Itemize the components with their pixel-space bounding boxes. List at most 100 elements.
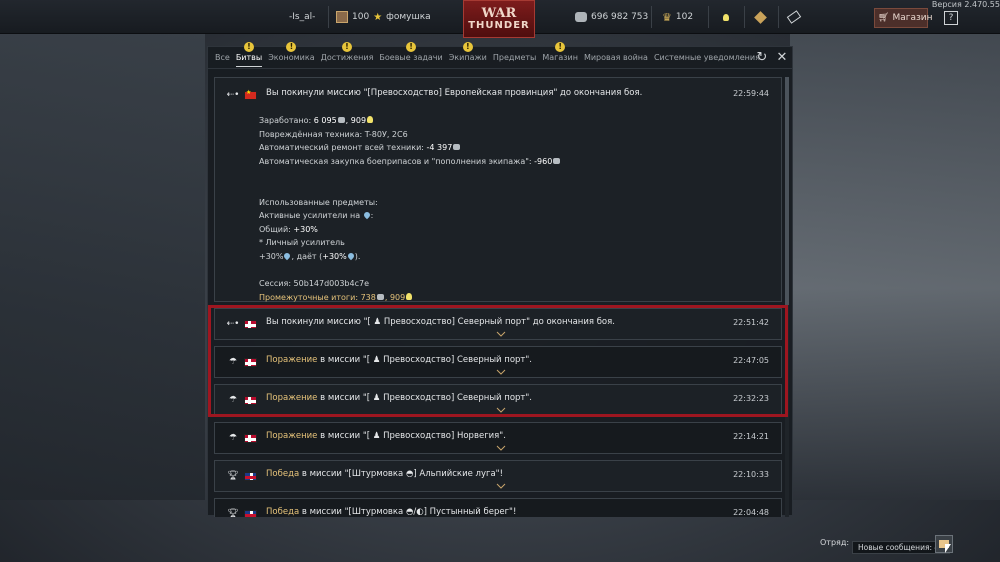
- left-battle-icon: ⇠•: [226, 319, 240, 329]
- damaged-line: Повреждённая техника: T-80У, 2С6: [259, 128, 561, 142]
- china-flag-icon: [244, 89, 257, 100]
- tab-achievements[interactable]: ! Достижения: [318, 41, 377, 69]
- tab-system-notifications[interactable]: Системные уведомления: [651, 47, 763, 69]
- refresh-icon[interactable]: ↻: [755, 51, 769, 65]
- war-thunder-logo[interactable]: WAR THUNDER: [463, 0, 535, 38]
- diamond-icon: [754, 10, 767, 24]
- lightbulb-icon: [723, 13, 729, 21]
- tab-label: Экипажи: [448, 52, 487, 62]
- divider: [778, 6, 779, 28]
- tab-economy[interactable]: ! Экономика: [265, 41, 317, 69]
- help-button[interactable]: ?: [944, 11, 958, 25]
- message-icons: ⇠•: [225, 319, 257, 329]
- message-icons: 🏆︎: [225, 509, 257, 517]
- scrollbar-thumb[interactable]: [785, 77, 789, 305]
- version-label: Версия 2.470.55: [931, 0, 1000, 9]
- message-item[interactable]: 🏆︎ Победа в миссии "[Штурмовка ◓] Альпий…: [214, 460, 782, 492]
- divider: [744, 6, 745, 28]
- message-item[interactable]: ⇠• Вы покинули миссию "[ ♟ Превосходство…: [214, 308, 782, 340]
- personal-text-d: ).: [354, 251, 361, 261]
- boosters-button[interactable]: [722, 0, 730, 34]
- norway-flag-icon: [244, 395, 257, 405]
- personal-booster-line: +30%, даёт (+30%).: [259, 250, 561, 264]
- message-icons: ⇠•: [225, 89, 257, 100]
- chevron-down-icon[interactable]: [496, 331, 506, 337]
- repair-value: -4 397: [426, 143, 453, 153]
- chevron-down-icon[interactable]: [496, 483, 506, 489]
- silver-lion-icon: [453, 144, 461, 151]
- research-icon: [367, 116, 374, 123]
- ticket-icon: [786, 10, 802, 24]
- chevron-down-icon[interactable]: [496, 369, 506, 375]
- tab-items[interactable]: Предметы: [490, 47, 539, 69]
- general-value: +30%: [293, 224, 318, 234]
- tab-label: Магазин: [542, 52, 578, 62]
- profile-block[interactable]: 100 ★ фомушка: [336, 0, 431, 34]
- parachute-icon: ☂: [228, 395, 238, 405]
- logo-line1: WAR: [481, 6, 517, 21]
- general-label: Общий:: [259, 224, 294, 234]
- divider: [651, 6, 652, 28]
- message-item[interactable]: ☂ Поражение в миссии "[ ♟ Превосходство]…: [214, 384, 782, 416]
- notification-badge: !: [555, 41, 566, 52]
- research-gem-icon: [362, 210, 371, 220]
- message-time: 22:10:33: [733, 470, 769, 479]
- resupply-label: Автоматическая закупка боеприпасов и "по…: [259, 156, 535, 166]
- parachute-icon: ☂: [228, 433, 238, 443]
- tab-world-war[interactable]: Мировая война: [581, 47, 651, 69]
- message-time: 22:47:05: [733, 356, 769, 365]
- notification-badge: !: [342, 41, 352, 52]
- message-rest: в миссии "[Штурмовка ◓] Альпийские луга"…: [299, 469, 503, 479]
- message-icons: ☂: [225, 357, 257, 367]
- tab-label: Достижения: [320, 52, 374, 62]
- subtotal-rp: , 909: [384, 292, 406, 302]
- coupons-button[interactable]: [786, 0, 802, 34]
- tab-label: Системные уведомления: [653, 52, 760, 62]
- battle-result: Победа: [266, 469, 300, 479]
- divider: [328, 6, 329, 28]
- message-icons: 🏆︎: [225, 471, 257, 481]
- message-title: Поражение в миссии "[ ♟ Превосходство] С…: [266, 355, 532, 365]
- message-list: ⇠• Вы покинули миссию "[Превосходство] Е…: [214, 77, 782, 517]
- tab-bar: Все ! Битвы ! Экономика ! Достижения ! Боевы…: [208, 41, 792, 69]
- golden-eagles-value: 102: [675, 12, 694, 22]
- subtotal-label: Промежуточные итоги:: [259, 292, 361, 302]
- tab-shop[interactable]: ! Магазин: [539, 41, 581, 69]
- golden-eagles-balance[interactable]: ♛ 102: [662, 0, 693, 34]
- battle-result: Поражение: [266, 431, 318, 441]
- message-item[interactable]: ☂ Поражение в миссии "[ ♟ Превосходство]…: [214, 422, 782, 454]
- chevron-down-icon[interactable]: [496, 445, 506, 451]
- tab-label: Предметы: [492, 52, 537, 62]
- tab-battles[interactable]: ! Битвы: [233, 41, 265, 69]
- notification-badge: !: [286, 41, 297, 52]
- tab-crews[interactable]: ! Экипажи: [446, 41, 490, 69]
- silver-lion-icon: [575, 12, 587, 22]
- username[interactable]: -Is_al-: [289, 0, 315, 34]
- silver-lions-balance[interactable]: 696 982 753: [575, 0, 648, 34]
- message-rest: в миссии "[ ♟ Превосходство] Северный по…: [317, 393, 532, 403]
- tab-all[interactable]: Все: [212, 47, 233, 69]
- tab-label: Все: [215, 52, 230, 62]
- tab-label: Битвы: [235, 52, 263, 62]
- norway-flag-icon: [244, 319, 257, 329]
- messages-window: Все ! Битвы ! Экономика ! Достижения ! Боевы…: [207, 41, 793, 517]
- subtotal-silver: 738: [360, 292, 376, 302]
- message-item[interactable]: ☂ Поражение в миссии "[ ♟ Превосходство]…: [214, 346, 782, 378]
- shop-button[interactable]: 🛒︎ Магазин: [874, 8, 932, 28]
- message-title: Победа в миссии "[Штурмовка ◓/◐] Пустынн…: [266, 507, 516, 517]
- parachute-icon: ☂: [228, 357, 238, 367]
- chevron-down-icon[interactable]: [496, 407, 506, 413]
- items-button[interactable]: [754, 0, 767, 34]
- message-title: Поражение в миссии "[ ♟ Превосходство] Н…: [266, 431, 506, 441]
- silver-lion-icon: [337, 117, 345, 123]
- message-time: 22:04:48: [733, 508, 769, 517]
- close-icon[interactable]: ✕: [775, 51, 789, 65]
- tab-battle-tasks[interactable]: ! Боевые задачи: [376, 41, 445, 69]
- cart-icon: 🛒︎: [878, 13, 890, 23]
- earned-line: Заработано: 6 095 , 909: [259, 114, 561, 128]
- message-item[interactable]: 🏆︎ Победа в миссии "[Штурмовка ◓/◐] Пуст…: [214, 498, 782, 517]
- message-item-expanded[interactable]: ⇠• Вы покинули миссию "[Превосходство] Е…: [214, 77, 782, 302]
- top-bar: -Is_al- 100 ★ фомушка WAR THUNDER 696 98…: [0, 0, 1000, 38]
